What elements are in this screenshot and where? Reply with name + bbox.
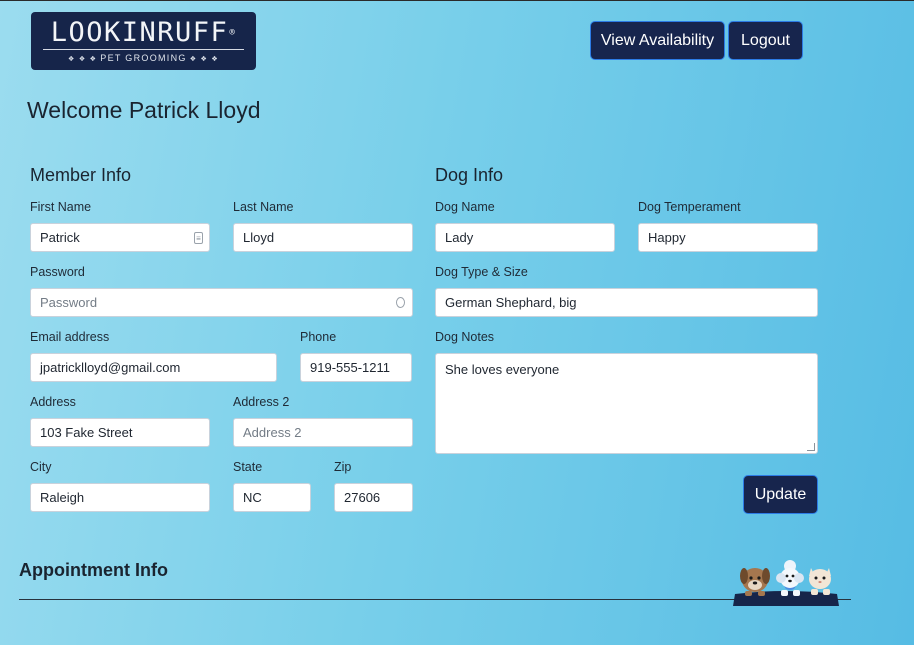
dog-type-input[interactable]: German Shephard, big bbox=[435, 288, 818, 317]
logo-wordmark: LOOKINRUFF® bbox=[42, 19, 245, 50]
city-input[interactable]: Raleigh bbox=[30, 483, 210, 512]
autofill-contact-icon[interactable]: ≡ bbox=[194, 232, 203, 244]
state-label: State bbox=[233, 460, 263, 474]
password-label: Password bbox=[30, 265, 85, 279]
update-button[interactable]: Update bbox=[743, 475, 818, 514]
password-input[interactable]: Password bbox=[30, 288, 413, 317]
page-title: Welcome Patrick Lloyd bbox=[27, 97, 261, 123]
last-name-input[interactable]: Lloyd bbox=[233, 223, 413, 252]
email-label: Email address bbox=[30, 330, 110, 344]
first-name-input[interactable]: Patrick ≡ bbox=[30, 223, 210, 252]
address2-label: Address 2 bbox=[233, 395, 290, 409]
paw-icon: ❖ ❖ ❖ bbox=[68, 56, 98, 63]
dog-notes-textarea[interactable]: She loves everyone bbox=[435, 353, 818, 454]
divider bbox=[19, 599, 851, 600]
city-label: City bbox=[30, 460, 52, 474]
dog-temperament-input[interactable]: Happy bbox=[638, 223, 818, 252]
dog-name-label: Dog Name bbox=[435, 200, 495, 214]
phone-input[interactable]: 919-555-1211 bbox=[300, 353, 412, 382]
dog-type-label: Dog Type & Size bbox=[435, 265, 528, 279]
first-name-label: First Name bbox=[30, 200, 92, 214]
logo-tagline: ❖ ❖ ❖ PET GROOMING ❖ ❖ ❖ bbox=[68, 53, 219, 63]
dog-temperament-label: Dog Temperament bbox=[638, 200, 741, 214]
dog-notes-text: She loves everyone bbox=[445, 362, 560, 377]
logo[interactable]: LOOKINRUFF® ❖ ❖ ❖ PET GROOMING ❖ ❖ ❖ bbox=[31, 12, 256, 70]
state-input[interactable]: NC bbox=[233, 483, 311, 512]
logout-button[interactable]: Logout bbox=[728, 21, 803, 60]
pets-illustration bbox=[733, 560, 839, 606]
password-key-icon[interactable] bbox=[396, 297, 405, 308]
cat-icon bbox=[809, 568, 831, 595]
address-input[interactable]: 103 Fake Street bbox=[30, 418, 210, 447]
dog-notes-label: Dog Notes bbox=[435, 330, 495, 344]
member-info-heading: Member Info bbox=[30, 165, 132, 185]
dog-name-input[interactable]: Lady bbox=[435, 223, 615, 252]
poodle-icon bbox=[776, 560, 804, 596]
last-name-label: Last Name bbox=[233, 200, 294, 214]
zip-input[interactable]: 27606 bbox=[334, 483, 413, 512]
view-availability-button[interactable]: View Availability bbox=[590, 21, 725, 60]
appointment-info-heading: Appointment Info bbox=[19, 560, 168, 580]
zip-label: Zip bbox=[334, 460, 352, 474]
email-input[interactable]: jpatricklloyd@gmail.com bbox=[30, 353, 277, 382]
address2-input[interactable]: Address 2 bbox=[233, 418, 413, 447]
phone-label: Phone bbox=[300, 330, 337, 344]
dog-info-heading: Dog Info bbox=[435, 165, 504, 185]
paw-icon: ❖ ❖ ❖ bbox=[189, 56, 219, 63]
address-label: Address bbox=[30, 395, 76, 409]
resize-handle-icon[interactable] bbox=[807, 443, 815, 451]
